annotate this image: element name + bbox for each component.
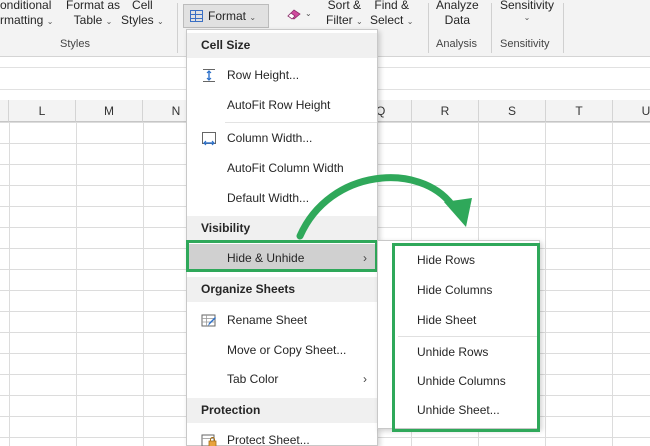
curved-arrow-icon: [296, 174, 472, 240]
